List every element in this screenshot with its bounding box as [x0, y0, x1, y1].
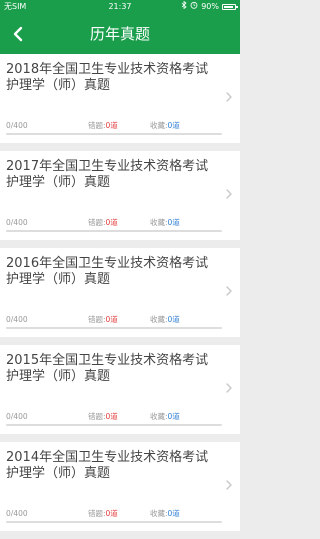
- chevron-right-icon: [226, 189, 232, 199]
- chevron-right-icon: [226, 286, 232, 296]
- list-item[interactable]: 2014年全国卫生专业技术资格考试 护理学（师）真题 0/400 错题:0道 收…: [0, 442, 240, 531]
- exam-meta: 0/400 错题:0道 收藏:0道: [6, 218, 220, 228]
- fav-count: 收藏:0道: [150, 121, 180, 130]
- exam-title: 2018年全国卫生专业技术资格考试 护理学（师）真题: [6, 62, 209, 93]
- exam-meta: 0/400 错题:0道 收藏:0道: [6, 412, 220, 422]
- list-item[interactable]: 2015年全国卫生专业技术资格考试 护理学（师）真题 0/400 错题:0道 收…: [0, 345, 240, 434]
- battery-percent: 90%: [201, 2, 219, 11]
- progress-count: 0/400: [6, 315, 28, 324]
- list-item[interactable]: 2016年全国卫生专业技术资格考试 护理学（师）真题 0/400 错题:0道 收…: [0, 248, 240, 337]
- alarm-icon: [190, 0, 198, 14]
- progress-bar: [6, 424, 222, 426]
- fav-count: 收藏:0道: [150, 218, 180, 227]
- exam-title: 2016年全国卫生专业技术资格考试 护理学（师）真题: [6, 256, 209, 287]
- wrong-count: 错题:0道: [88, 121, 118, 130]
- progress-count: 0/400: [6, 509, 28, 518]
- fav-count: 收藏:0道: [150, 509, 180, 518]
- exam-title: 2017年全国卫生专业技术资格考试 护理学（师）真题: [6, 159, 209, 190]
- exam-title: 2014年全国卫生专业技术资格考试 护理学（师）真题: [6, 450, 209, 481]
- progress-bar: [6, 230, 222, 232]
- progress-count: 0/400: [6, 412, 28, 421]
- chevron-right-icon: [226, 383, 232, 393]
- progress-bar: [6, 133, 222, 135]
- wrong-count: 错题:0道: [88, 412, 118, 421]
- wrong-count: 错题:0道: [88, 509, 118, 518]
- wrong-count: 错题:0道: [88, 315, 118, 324]
- fav-count: 收藏:0道: [150, 412, 180, 421]
- progress-bar: [6, 327, 222, 329]
- battery-icon: [222, 4, 238, 10]
- progress-count: 0/400: [6, 121, 28, 130]
- list-item[interactable]: 2017年全国卫生专业技术资格考试 护理学（师）真题 0/400 错题:0道 收…: [0, 151, 240, 240]
- exam-meta: 0/400 错题:0道 收藏:0道: [6, 315, 220, 325]
- exam-meta: 0/400 错题:0道 收藏:0道: [6, 121, 220, 131]
- exam-meta: 0/400 错题:0道 收藏:0道: [6, 509, 220, 519]
- list-item[interactable]: 2018年全国卫生专业技术资格考试 护理学（师）真题 0/400 错题:0道 收…: [0, 54, 240, 143]
- progress-bar: [6, 521, 222, 523]
- nav-bar: 历年真题: [0, 14, 240, 54]
- chevron-right-icon: [226, 92, 232, 102]
- page-title: 历年真题: [89, 25, 150, 43]
- chevron-right-icon: [226, 480, 232, 490]
- exam-title: 2015年全国卫生专业技术资格考试 护理学（师）真题: [6, 353, 209, 384]
- status-bar: 无SIM 21:37 90%: [0, 0, 240, 14]
- status-right: 90%: [181, 0, 238, 14]
- bluetooth-icon: [181, 0, 187, 14]
- fav-count: 收藏:0道: [150, 315, 180, 324]
- wrong-count: 错题:0道: [88, 218, 118, 227]
- exam-list: 2018年全国卫生专业技术资格考试 护理学（师）真题 0/400 错题:0道 收…: [0, 54, 240, 539]
- progress-count: 0/400: [6, 218, 28, 227]
